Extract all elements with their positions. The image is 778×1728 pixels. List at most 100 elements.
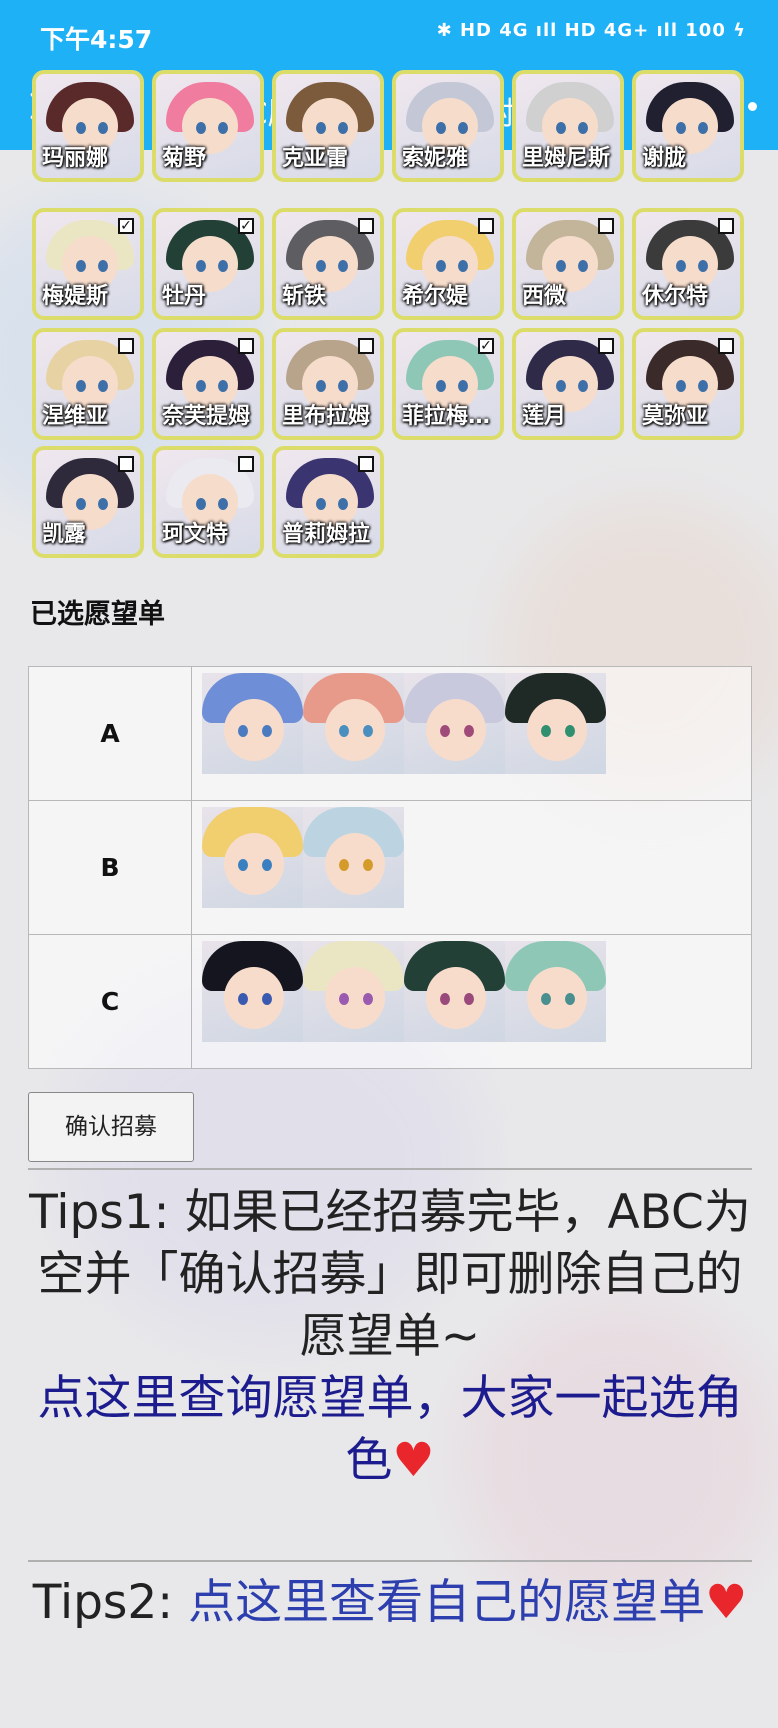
eye [541,993,551,1005]
character-name: 牡丹 [162,284,207,309]
character-row: 涅维亚 奈芙提姆 里布拉姆 ✓ 菲拉梅… 莲月 莫弥亚 [32,328,744,440]
character-name: 玛丽娜 [42,146,109,171]
character-name: 莲月 [522,404,567,429]
heart-icon: ♥ [705,1575,748,1630]
selected-character-portrait[interactable] [202,807,303,908]
character-name: 普莉姆拉 [282,522,371,547]
selected-character-portrait[interactable] [404,673,505,774]
checkbox-unchecked[interactable] [478,218,494,234]
character-tile[interactable]: 克亚雷 [272,70,384,182]
portrait-face [426,699,486,761]
status-bar: 下午4:57 ✱ HD 4G ıll HD 4G+ ıll 100 ϟ [0,0,778,72]
checkbox-unchecked[interactable] [118,456,134,472]
character-name: 菊野 [162,146,207,171]
eye [98,122,108,134]
confirm-recruit-button[interactable]: 确认招募 [28,1092,194,1162]
checkbox-unchecked[interactable] [118,338,134,354]
selected-character-portrait[interactable] [303,807,404,908]
checkbox-unchecked[interactable] [358,338,374,354]
tier-row: C [28,934,752,1069]
query-wishlist-link[interactable]: 点这里查询愿望单，大家一起选角色♥ [38,1371,743,1488]
my-wishlist-link[interactable]: 点这里查看自己的愿望单♥ [188,1575,747,1630]
character-tile[interactable]: 奈芙提姆 [152,328,264,440]
character-tile[interactable]: 珂文特 [152,446,264,558]
tier-dropzone[interactable] [191,800,752,935]
eye [565,725,575,737]
character-tile[interactable]: 索妮雅 [392,70,504,182]
eye [76,260,86,272]
character-tile[interactable]: ✓ 菲拉梅… [392,328,504,440]
eye [436,380,446,392]
character-tile[interactable]: 普莉姆拉 [272,446,384,558]
character-tile[interactable]: 西微 [512,208,624,320]
character-tile[interactable]: 莫弥亚 [632,328,744,440]
checkbox-checked[interactable]: ✓ [118,218,134,234]
eye [76,498,86,510]
eye [238,859,248,871]
character-tile[interactable]: 玛丽娜 [32,70,144,182]
character-tile[interactable]: 莲月 [512,328,624,440]
character-tile[interactable]: 里姆尼斯 [512,70,624,182]
character-tile[interactable]: 涅维亚 [32,328,144,440]
character-tile[interactable]: 菊野 [152,70,264,182]
checkbox-unchecked[interactable] [358,456,374,472]
eye [316,260,326,272]
eye [676,380,686,392]
character-name: 索妮雅 [402,146,469,171]
eye [338,260,348,272]
tips1: Tips1: 如果已经招募完毕，ABC为空并「确认招募」即可删除自己的愿望单~ … [28,1182,752,1492]
selected-character-portrait[interactable] [202,941,303,1042]
eye [339,859,349,871]
eye [262,859,272,871]
character-tile[interactable]: 凯露 [32,446,144,558]
eye [196,122,206,134]
tips1-text: Tips1: 如果已经招募完毕，ABC为空并「确认招募」即可删除自己的愿望单~ [29,1185,751,1364]
checkbox-unchecked[interactable] [718,218,734,234]
checkbox-unchecked[interactable] [718,338,734,354]
selected-character-portrait[interactable] [303,673,404,774]
character-name: 珂文特 [162,522,229,547]
character-tile[interactable]: 希尔媞 [392,208,504,320]
portrait-face [325,833,385,895]
selected-character-portrait[interactable] [404,941,505,1042]
portrait-face [426,967,486,1029]
selected-character-portrait[interactable] [202,673,303,774]
eye [565,993,575,1005]
selected-character-portrait[interactable] [505,673,606,774]
checkbox-unchecked[interactable] [238,456,254,472]
character-tile[interactable]: 谢胧 [632,70,744,182]
checkbox-unchecked[interactable] [358,218,374,234]
character-name: 克亚雷 [282,146,349,171]
eye [238,993,248,1005]
eye [338,498,348,510]
eye [196,260,206,272]
character-name: 菲拉梅… [402,404,491,429]
character-tile[interactable]: 休尔特 [632,208,744,320]
character-tile[interactable]: ✓ 牡丹 [152,208,264,320]
eye [578,122,588,134]
checkbox-unchecked[interactable] [598,338,614,354]
character-tile[interactable]: 斩铁 [272,208,384,320]
eye [218,498,228,510]
tier-dropzone[interactable] [191,934,752,1069]
checkbox-unchecked[interactable] [598,218,614,234]
tier-dropzone[interactable] [191,666,752,801]
character-tile[interactable]: ✓ 梅媞斯 [32,208,144,320]
character-name: 奈芙提姆 [162,404,251,429]
eye [556,122,566,134]
portrait-face [325,967,385,1029]
selected-character-portrait[interactable] [303,941,404,1042]
selected-character-portrait[interactable] [505,941,606,1042]
checkbox-unchecked[interactable] [238,338,254,354]
my-wishlist-link-text: 点这里查看自己的愿望单 [188,1575,706,1630]
eye [316,122,326,134]
eye [238,725,248,737]
checkbox-checked[interactable]: ✓ [238,218,254,234]
tier-table: ABC [28,666,752,1069]
portrait-face [224,699,284,761]
checkbox-checked[interactable]: ✓ [478,338,494,354]
eye [196,380,206,392]
character-tile[interactable]: 里布拉姆 [272,328,384,440]
eye [196,498,206,510]
eye [338,122,348,134]
